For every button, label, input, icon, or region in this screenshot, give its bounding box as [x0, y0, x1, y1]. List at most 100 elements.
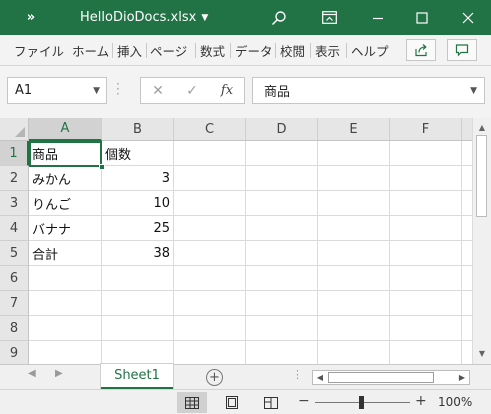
column-header-d[interactable]: D — [246, 118, 318, 141]
previous-sheet-icon[interactable]: ◀ — [28, 368, 36, 379]
cell-c6[interactable] — [174, 266, 246, 291]
expand-formula-bar-icon[interactable]: ▼ — [470, 86, 477, 96]
cell-c8[interactable] — [174, 316, 246, 341]
column-header-e[interactable]: E — [318, 118, 390, 141]
insert-function-button[interactable]: fx — [215, 78, 239, 103]
formula-input[interactable]: 商品 ▼ — [252, 77, 485, 104]
row-header-3[interactable]: 3 — [0, 191, 29, 216]
close-button[interactable] — [444, 0, 491, 35]
scroll-left-arrow-icon[interactable]: ◀ — [313, 371, 327, 384]
cell-e6[interactable] — [318, 266, 390, 291]
share-button[interactable] — [406, 39, 436, 61]
cell-a6[interactable] — [29, 266, 102, 291]
cell-c7[interactable] — [174, 291, 246, 316]
scroll-right-arrow-icon[interactable]: ▶ — [455, 371, 469, 384]
cell-b5[interactable]: 38 — [102, 241, 174, 266]
zoom-in-button[interactable]: + — [415, 393, 427, 409]
cell-d2[interactable] — [246, 166, 318, 191]
cell-f4[interactable] — [390, 216, 462, 241]
row-header-5[interactable]: 5 — [0, 241, 29, 266]
cell-e5[interactable] — [318, 241, 390, 266]
cell-c4[interactable] — [174, 216, 246, 241]
row-header-1[interactable]: 1 — [0, 141, 29, 166]
row-header-6[interactable]: 6 — [0, 266, 29, 291]
row-header-4[interactable]: 4 — [0, 216, 29, 241]
column-header-c[interactable]: C — [174, 118, 246, 141]
cell-d5[interactable] — [246, 241, 318, 266]
cell-e9[interactable] — [318, 341, 390, 364]
cell-a5[interactable]: 合計 — [29, 241, 102, 266]
cell-b9[interactable] — [102, 341, 174, 364]
cell-f8[interactable] — [390, 316, 462, 341]
ribbon-display-options-button[interactable] — [313, 0, 345, 35]
zoom-level[interactable]: 100% — [438, 395, 472, 409]
cell-c2[interactable] — [174, 166, 246, 191]
formula-bar-resize-handle[interactable]: · · · — [116, 78, 120, 100]
cell-d6[interactable] — [246, 266, 318, 291]
tab-help[interactable]: ヘルプ — [351, 35, 389, 65]
cell-b8[interactable] — [102, 316, 174, 341]
enter-check-icon[interactable]: ✓ — [181, 78, 203, 103]
cell-c3[interactable] — [174, 191, 246, 216]
search-button[interactable] — [263, 0, 295, 35]
scroll-up-arrow-icon[interactable]: ▲ — [473, 120, 491, 134]
normal-view-button[interactable] — [177, 392, 207, 413]
minimize-button[interactable] — [356, 0, 400, 35]
add-sheet-button[interactable]: + — [206, 369, 223, 386]
chevron-down-icon[interactable]: ▼ — [93, 86, 100, 96]
scroll-down-arrow-icon[interactable]: ▼ — [473, 346, 491, 360]
tab-insert[interactable]: 挿入 — [117, 35, 142, 65]
cell-f9[interactable] — [390, 341, 462, 364]
cell-d8[interactable] — [246, 316, 318, 341]
cell-f7[interactable] — [390, 291, 462, 316]
select-all-button[interactable] — [0, 118, 29, 141]
tab-split-handle[interactable]: ⋮ — [292, 368, 303, 381]
tab-review[interactable]: 校閲 — [280, 35, 305, 65]
cell-d9[interactable] — [246, 341, 318, 364]
cell-e8[interactable] — [318, 316, 390, 341]
tab-page-layout[interactable]: ページ — [150, 35, 187, 65]
row-header-7[interactable]: 7 — [0, 291, 29, 316]
page-break-preview-button[interactable] — [256, 392, 286, 413]
column-header-a[interactable]: A — [29, 118, 102, 141]
cell-b2[interactable]: 3 — [102, 166, 174, 191]
tab-formulas[interactable]: 数式 — [200, 35, 225, 65]
cell-d7[interactable] — [246, 291, 318, 316]
row-header-8[interactable]: 8 — [0, 316, 29, 341]
horizontal-scroll-thumb[interactable] — [328, 372, 434, 383]
next-sheet-icon[interactable]: ▶ — [55, 368, 63, 379]
cancel-icon[interactable]: ✕ — [147, 78, 169, 103]
cell-b3[interactable]: 10 — [102, 191, 174, 216]
cell-a9[interactable] — [29, 341, 102, 364]
cell-d3[interactable] — [246, 191, 318, 216]
cell-f5[interactable] — [390, 241, 462, 266]
cell-b1[interactable]: 個数 — [102, 141, 174, 166]
cell-c9[interactable] — [174, 341, 246, 364]
cell-e7[interactable] — [318, 291, 390, 316]
comments-button[interactable] — [447, 39, 477, 61]
name-box[interactable]: A1 ▼ — [7, 77, 107, 104]
zoom-out-button[interactable]: − — [298, 393, 310, 409]
page-layout-button[interactable] — [217, 392, 247, 413]
cell-b4[interactable]: 25 — [102, 216, 174, 241]
cell-f2[interactable] — [390, 166, 462, 191]
row-header-9[interactable]: 9 — [0, 341, 29, 364]
cell-d4[interactable] — [246, 216, 318, 241]
cell-f1[interactable] — [390, 141, 462, 166]
maximize-button[interactable] — [400, 0, 444, 35]
tab-file[interactable]: ファイル — [14, 35, 64, 65]
cell-a3[interactable]: りんご — [29, 191, 102, 216]
row-header-2[interactable]: 2 — [0, 166, 29, 191]
cell-f3[interactable] — [390, 191, 462, 216]
cell-e2[interactable] — [318, 166, 390, 191]
cell-b7[interactable] — [102, 291, 174, 316]
cell-a8[interactable] — [29, 316, 102, 341]
cell-a7[interactable] — [29, 291, 102, 316]
cell-f6[interactable] — [390, 266, 462, 291]
zoom-slider-handle[interactable] — [359, 396, 364, 409]
cell-a4[interactable]: バナナ — [29, 216, 102, 241]
vertical-scrollbar[interactable]: ▲ ▼ — [472, 118, 491, 364]
column-header-f[interactable]: F — [390, 118, 462, 141]
sheet-tab-sheet1[interactable]: Sheet1 — [101, 364, 173, 389]
cell-c5[interactable] — [174, 241, 246, 266]
